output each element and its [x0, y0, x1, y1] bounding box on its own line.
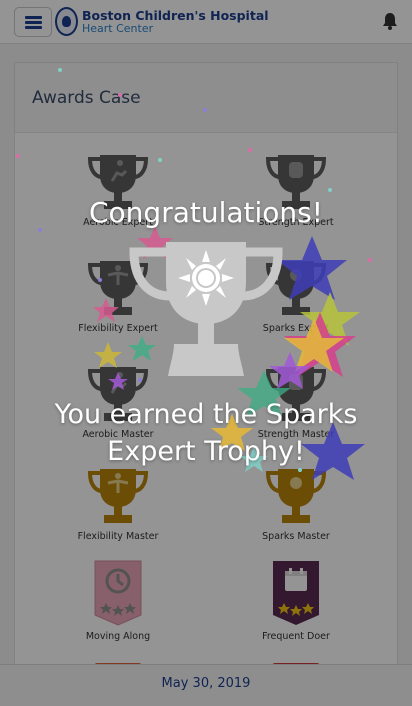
sparks-expert-trophy-icon: [129, 242, 283, 376]
congratulations-heading: Congratulations!: [89, 196, 323, 229]
award-message: You earned the Sparks Expert Trophy!: [54, 399, 358, 467]
award-celebration-overlay[interactable]: Congratulations! You earned the Sparks E…: [0, 0, 412, 706]
confetti-star: [108, 372, 128, 390]
confetti-star: [93, 298, 119, 322]
confetti-star: [94, 342, 122, 368]
confetti-star: [277, 236, 347, 300]
